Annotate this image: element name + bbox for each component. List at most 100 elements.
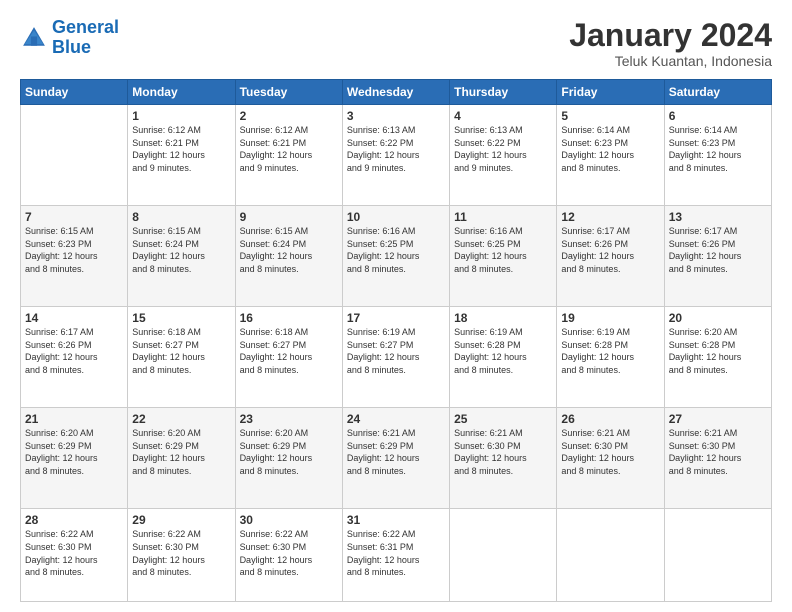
calendar-cell: 16Sunrise: 6:18 AMSunset: 6:27 PMDayligh… [235, 307, 342, 408]
day-info: Sunrise: 6:17 AMSunset: 6:26 PMDaylight:… [669, 225, 767, 275]
day-info: Sunrise: 6:17 AMSunset: 6:26 PMDaylight:… [561, 225, 659, 275]
page: General Blue January 2024 Teluk Kuantan,… [0, 0, 792, 612]
calendar-cell: 14Sunrise: 6:17 AMSunset: 6:26 PMDayligh… [21, 307, 128, 408]
calendar-cell: 4Sunrise: 6:13 AMSunset: 6:22 PMDaylight… [450, 105, 557, 206]
day-info: Sunrise: 6:14 AMSunset: 6:23 PMDaylight:… [669, 124, 767, 174]
day-number: 25 [454, 412, 552, 426]
day-info: Sunrise: 6:22 AMSunset: 6:30 PMDaylight:… [25, 528, 123, 578]
day-number: 31 [347, 513, 445, 527]
day-number: 18 [454, 311, 552, 325]
calendar-cell: 17Sunrise: 6:19 AMSunset: 6:27 PMDayligh… [342, 307, 449, 408]
day-number: 6 [669, 109, 767, 123]
day-info: Sunrise: 6:15 AMSunset: 6:24 PMDaylight:… [240, 225, 338, 275]
day-number: 10 [347, 210, 445, 224]
logo-line1: General [52, 17, 119, 37]
day-info: Sunrise: 6:20 AMSunset: 6:28 PMDaylight:… [669, 326, 767, 376]
day-info: Sunrise: 6:19 AMSunset: 6:28 PMDaylight:… [454, 326, 552, 376]
day-info: Sunrise: 6:15 AMSunset: 6:23 PMDaylight:… [25, 225, 123, 275]
day-info: Sunrise: 6:22 AMSunset: 6:31 PMDaylight:… [347, 528, 445, 578]
calendar-cell: 31Sunrise: 6:22 AMSunset: 6:31 PMDayligh… [342, 509, 449, 602]
calendar-day-header: Wednesday [342, 80, 449, 105]
day-number: 19 [561, 311, 659, 325]
calendar-cell: 25Sunrise: 6:21 AMSunset: 6:30 PMDayligh… [450, 408, 557, 509]
calendar-cell: 20Sunrise: 6:20 AMSunset: 6:28 PMDayligh… [664, 307, 771, 408]
logo: General Blue [20, 18, 119, 58]
title-block: January 2024 Teluk Kuantan, Indonesia [569, 18, 772, 69]
day-info: Sunrise: 6:15 AMSunset: 6:24 PMDaylight:… [132, 225, 230, 275]
logo-text: General Blue [52, 18, 119, 58]
day-number: 5 [561, 109, 659, 123]
day-number: 4 [454, 109, 552, 123]
calendar-cell: 19Sunrise: 6:19 AMSunset: 6:28 PMDayligh… [557, 307, 664, 408]
calendar-cell: 26Sunrise: 6:21 AMSunset: 6:30 PMDayligh… [557, 408, 664, 509]
day-info: Sunrise: 6:19 AMSunset: 6:27 PMDaylight:… [347, 326, 445, 376]
day-info: Sunrise: 6:12 AMSunset: 6:21 PMDaylight:… [132, 124, 230, 174]
calendar-week-row: 1Sunrise: 6:12 AMSunset: 6:21 PMDaylight… [21, 105, 772, 206]
day-number: 29 [132, 513, 230, 527]
day-info: Sunrise: 6:18 AMSunset: 6:27 PMDaylight:… [240, 326, 338, 376]
calendar-cell: 29Sunrise: 6:22 AMSunset: 6:30 PMDayligh… [128, 509, 235, 602]
calendar-body: 1Sunrise: 6:12 AMSunset: 6:21 PMDaylight… [21, 105, 772, 602]
day-number: 23 [240, 412, 338, 426]
calendar-day-header: Sunday [21, 80, 128, 105]
calendar-cell: 9Sunrise: 6:15 AMSunset: 6:24 PMDaylight… [235, 206, 342, 307]
day-info: Sunrise: 6:21 AMSunset: 6:30 PMDaylight:… [454, 427, 552, 477]
day-info: Sunrise: 6:20 AMSunset: 6:29 PMDaylight:… [132, 427, 230, 477]
day-number: 9 [240, 210, 338, 224]
calendar-cell: 5Sunrise: 6:14 AMSunset: 6:23 PMDaylight… [557, 105, 664, 206]
calendar-cell: 21Sunrise: 6:20 AMSunset: 6:29 PMDayligh… [21, 408, 128, 509]
day-number: 13 [669, 210, 767, 224]
day-number: 26 [561, 412, 659, 426]
calendar-cell: 27Sunrise: 6:21 AMSunset: 6:30 PMDayligh… [664, 408, 771, 509]
day-info: Sunrise: 6:21 AMSunset: 6:30 PMDaylight:… [669, 427, 767, 477]
day-info: Sunrise: 6:20 AMSunset: 6:29 PMDaylight:… [25, 427, 123, 477]
calendar-day-header: Tuesday [235, 80, 342, 105]
day-number: 17 [347, 311, 445, 325]
calendar-day-header: Thursday [450, 80, 557, 105]
day-number: 16 [240, 311, 338, 325]
calendar-cell: 22Sunrise: 6:20 AMSunset: 6:29 PMDayligh… [128, 408, 235, 509]
calendar-day-header: Monday [128, 80, 235, 105]
day-info: Sunrise: 6:19 AMSunset: 6:28 PMDaylight:… [561, 326, 659, 376]
day-info: Sunrise: 6:12 AMSunset: 6:21 PMDaylight:… [240, 124, 338, 174]
calendar-cell: 8Sunrise: 6:15 AMSunset: 6:24 PMDaylight… [128, 206, 235, 307]
calendar-header-row: SundayMondayTuesdayWednesdayThursdayFrid… [21, 80, 772, 105]
day-number: 12 [561, 210, 659, 224]
calendar-cell: 15Sunrise: 6:18 AMSunset: 6:27 PMDayligh… [128, 307, 235, 408]
day-number: 21 [25, 412, 123, 426]
calendar-cell: 11Sunrise: 6:16 AMSunset: 6:25 PMDayligh… [450, 206, 557, 307]
calendar-cell: 13Sunrise: 6:17 AMSunset: 6:26 PMDayligh… [664, 206, 771, 307]
day-info: Sunrise: 6:22 AMSunset: 6:30 PMDaylight:… [132, 528, 230, 578]
logo-icon [20, 24, 48, 52]
calendar-week-row: 7Sunrise: 6:15 AMSunset: 6:23 PMDaylight… [21, 206, 772, 307]
calendar-cell [664, 509, 771, 602]
calendar-cell: 18Sunrise: 6:19 AMSunset: 6:28 PMDayligh… [450, 307, 557, 408]
calendar-cell: 12Sunrise: 6:17 AMSunset: 6:26 PMDayligh… [557, 206, 664, 307]
calendar-table: SundayMondayTuesdayWednesdayThursdayFrid… [20, 79, 772, 602]
day-number: 27 [669, 412, 767, 426]
day-number: 28 [25, 513, 123, 527]
calendar-cell: 24Sunrise: 6:21 AMSunset: 6:29 PMDayligh… [342, 408, 449, 509]
day-info: Sunrise: 6:20 AMSunset: 6:29 PMDaylight:… [240, 427, 338, 477]
day-info: Sunrise: 6:16 AMSunset: 6:25 PMDaylight:… [347, 225, 445, 275]
calendar-cell: 10Sunrise: 6:16 AMSunset: 6:25 PMDayligh… [342, 206, 449, 307]
calendar-cell: 2Sunrise: 6:12 AMSunset: 6:21 PMDaylight… [235, 105, 342, 206]
calendar-cell: 6Sunrise: 6:14 AMSunset: 6:23 PMDaylight… [664, 105, 771, 206]
logo-line2: Blue [52, 37, 91, 57]
day-number: 2 [240, 109, 338, 123]
calendar-day-header: Friday [557, 80, 664, 105]
day-info: Sunrise: 6:21 AMSunset: 6:30 PMDaylight:… [561, 427, 659, 477]
day-number: 30 [240, 513, 338, 527]
day-info: Sunrise: 6:14 AMSunset: 6:23 PMDaylight:… [561, 124, 659, 174]
calendar-week-row: 21Sunrise: 6:20 AMSunset: 6:29 PMDayligh… [21, 408, 772, 509]
day-number: 14 [25, 311, 123, 325]
day-number: 8 [132, 210, 230, 224]
calendar-week-row: 14Sunrise: 6:17 AMSunset: 6:26 PMDayligh… [21, 307, 772, 408]
day-number: 20 [669, 311, 767, 325]
calendar-cell: 3Sunrise: 6:13 AMSunset: 6:22 PMDaylight… [342, 105, 449, 206]
day-number: 11 [454, 210, 552, 224]
day-number: 1 [132, 109, 230, 123]
day-info: Sunrise: 6:22 AMSunset: 6:30 PMDaylight:… [240, 528, 338, 578]
day-info: Sunrise: 6:16 AMSunset: 6:25 PMDaylight:… [454, 225, 552, 275]
day-number: 3 [347, 109, 445, 123]
